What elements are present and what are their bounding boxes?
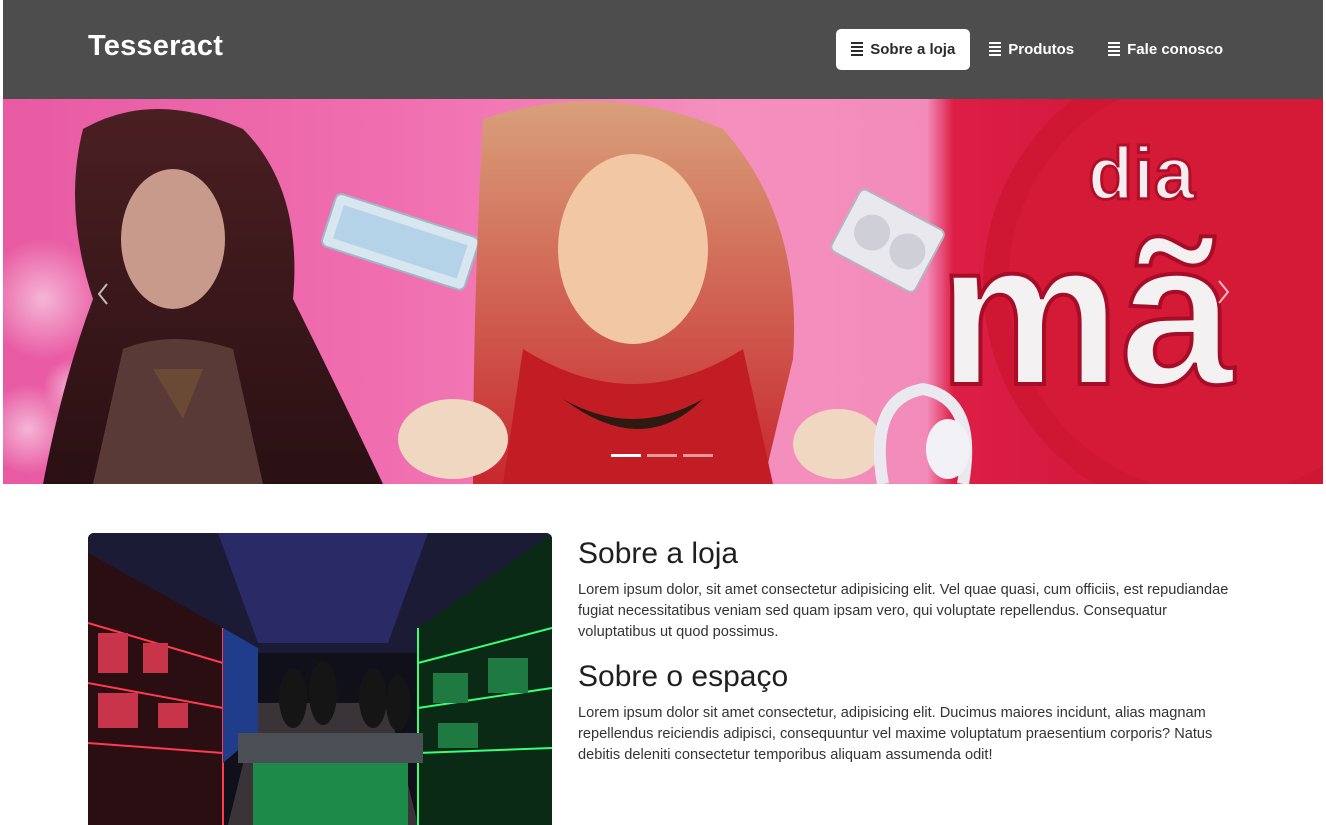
brand-logo[interactable]: Tesseract xyxy=(88,30,223,63)
carousel-indicator-2[interactable] xyxy=(647,454,677,457)
nav-link-sobre-a-loja[interactable]: Sobre a loja xyxy=(836,29,971,70)
banner-text-bottom: mã xyxy=(938,199,1235,428)
hero-carousel: dia mã xyxy=(3,99,1323,484)
nav-link-label: Sobre a loja xyxy=(870,41,956,58)
section-title-sobre-a-loja: Sobre a loja xyxy=(578,537,739,570)
section-text-sobre-o-espaco: Lorem ipsum dolor sit amet consectetur, … xyxy=(578,705,1213,763)
banner-image: dia mã xyxy=(3,99,1323,484)
nav-link-label: Fale conosco xyxy=(1127,41,1223,58)
section-title-sobre-o-espaco: Sobre o espaço xyxy=(578,660,789,693)
document-icon xyxy=(1108,41,1121,58)
carousel-indicator-3[interactable] xyxy=(683,454,713,457)
nav-link-produtos[interactable]: Produtos xyxy=(974,29,1089,70)
carousel-indicator-1[interactable] xyxy=(611,454,641,457)
about-section: Sobre a loja Lorem ipsum dolor, sit amet… xyxy=(578,536,1238,782)
store-photo xyxy=(88,533,552,825)
navbar: Tesseract Sobre a loja Produtos Fale con… xyxy=(3,0,1323,99)
document-icon xyxy=(851,41,864,58)
main-nav: Sobre a loja Produtos Fale conosco xyxy=(836,29,1238,70)
nav-link-label: Produtos xyxy=(1008,41,1075,58)
carousel-prev-button[interactable] xyxy=(88,259,128,329)
carousel-next-button[interactable] xyxy=(1203,259,1243,329)
section-text-sobre-a-loja: Lorem ipsum dolor, sit amet consectetur … xyxy=(578,582,1229,640)
nav-link-fale-conosco[interactable]: Fale conosco xyxy=(1093,29,1238,70)
document-icon xyxy=(989,41,1002,58)
